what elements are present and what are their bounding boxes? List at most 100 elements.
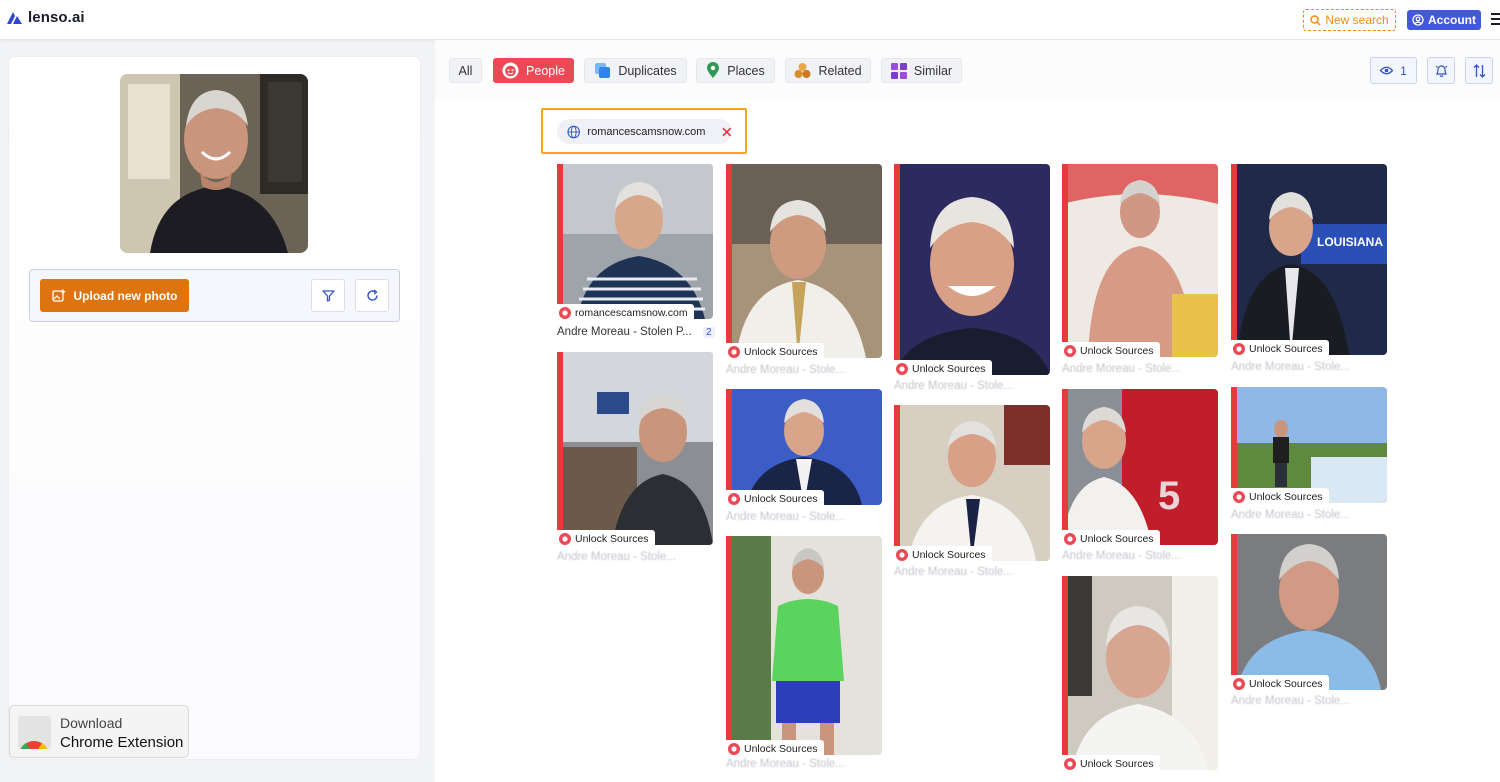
chrome-icon	[18, 716, 51, 749]
tab-duplicates-label: Duplicates	[618, 63, 677, 78]
unlock-label: Unlock Sources	[1080, 757, 1154, 770]
svg-text:LOUISIANA: LOUISIANA	[1317, 235, 1383, 249]
result-title: Andre Moreau - Stole...	[1062, 550, 1181, 562]
face-icon	[502, 62, 519, 79]
svg-text:5: 5	[1158, 474, 1180, 518]
hamburger-menu-icon[interactable]	[1491, 13, 1500, 27]
domain-filter-text: romancescamsnow.com	[587, 125, 706, 138]
result-image	[726, 389, 882, 505]
tab-similar-label: Similar	[913, 63, 953, 78]
unlock-label: Unlock Sources	[1249, 677, 1323, 690]
chrome-extension-banner[interactable]: Download Chrome Extension	[9, 705, 189, 758]
left-panel: Upload new photo Download Chrome Extensi…	[9, 57, 420, 759]
tab-duplicates[interactable]: Duplicates	[584, 58, 687, 83]
result-card[interactable]: 5 Unlock Sources Andre Moreau - Stole...	[1062, 389, 1218, 565]
result-card[interactable]: Unlock Sources Andre Moreau - Stole...	[726, 164, 882, 379]
refresh-button[interactable]	[355, 279, 389, 312]
tab-similar[interactable]: Similar	[881, 58, 962, 83]
image-plus-icon	[51, 289, 65, 302]
result-title[interactable]: Andre Moreau - Stolen P...	[557, 326, 692, 338]
unlock-badge[interactable]: Unlock Sources	[1062, 530, 1160, 547]
result-image	[726, 536, 882, 755]
alert-button[interactable]	[1427, 57, 1455, 84]
domain-filter-chip: romancescamsnow.com	[557, 119, 732, 144]
unlock-badge[interactable]: Unlock Sources	[1231, 340, 1329, 357]
result-card[interactable]: Unlock Sources Andre Moreau - Stole...	[726, 389, 882, 525]
query-photo	[120, 74, 308, 253]
filter-icon	[321, 290, 335, 302]
grid-icon	[890, 62, 907, 79]
result-card[interactable]: romancescamsnow.com Andre Moreau - Stole…	[557, 164, 715, 344]
upload-label: Upload new photo	[73, 288, 178, 303]
result-title: Andre Moreau - Stole...	[894, 566, 1013, 578]
view-count: 1	[1400, 63, 1407, 78]
result-card[interactable]: LOUISIANA Unlock Sources Andre Moreau - …	[1231, 164, 1387, 377]
unlock-label: Unlock Sources	[744, 345, 818, 358]
unlock-badge[interactable]: Unlock Sources	[1231, 675, 1329, 692]
unlock-badge[interactable]: Unlock Sources	[726, 343, 824, 360]
result-image: 5	[1062, 389, 1218, 545]
result-card[interactable]: Unlock Sources Andre Moreau - Stole...	[894, 164, 1050, 395]
filter-bar: All People Duplicates Places Related Sim…	[435, 40, 1500, 100]
results-area: All People Duplicates Places Related Sim…	[435, 40, 1500, 782]
unlock-badge[interactable]: Unlock Sources	[1062, 755, 1160, 772]
result-card[interactable]: Unlock Sources Andre Moreau - Stole...	[894, 405, 1050, 581]
tab-places-label: Places	[727, 63, 765, 78]
account-button[interactable]: Account	[1407, 10, 1481, 30]
tab-all-label: All	[458, 63, 473, 78]
result-card[interactable]: Unlock Sources Andre Moreau - Stole...	[1231, 387, 1387, 523]
result-title: Andre Moreau - Stole...	[1231, 509, 1350, 521]
tab-all[interactable]: All	[449, 58, 482, 83]
result-card[interactable]: Unlock Sources Andre Moreau - Stole...	[1231, 534, 1387, 714]
new-search-button[interactable]: New search	[1303, 9, 1396, 31]
result-image	[1231, 534, 1387, 690]
bell-icon	[1435, 64, 1447, 77]
top-bar: lenso.ai New search Account	[0, 0, 1500, 40]
result-card[interactable]: Unlock Sources Andre Moreau - Stole...	[1062, 164, 1218, 379]
sort-button[interactable]	[1465, 57, 1493, 84]
logo-text: lenso.ai	[28, 9, 85, 26]
unlock-label: Unlock Sources	[744, 742, 818, 755]
result-image	[557, 164, 713, 319]
result-image	[1062, 576, 1218, 770]
unlock-badge[interactable]: Unlock Sources	[894, 360, 992, 377]
account-label: Account	[1428, 13, 1476, 27]
close-icon[interactable]	[722, 127, 732, 137]
tab-places[interactable]: Places	[696, 58, 775, 83]
unlock-badge[interactable]: Unlock Sources	[1231, 488, 1329, 505]
new-search-label: New search	[1325, 13, 1389, 27]
unlock-badge[interactable]: Unlock Sources	[1062, 342, 1160, 359]
unlock-label: Unlock Sources	[1249, 490, 1323, 503]
result-title: Andre Moreau - Stole...	[1231, 361, 1350, 373]
search-icon	[1310, 14, 1321, 26]
duplicate-icon	[595, 63, 611, 78]
result-card[interactable]: Unlock Sources Andre Moreau - Stole...	[726, 536, 882, 776]
source-domain: romancescamsnow.com	[575, 306, 688, 319]
view-count-button[interactable]: 1	[1370, 57, 1417, 84]
tab-related[interactable]: Related	[785, 58, 871, 83]
result-card[interactable]: Unlock Sources Andre Moreau - Stole...	[557, 352, 713, 567]
sort-arrows-icon	[1473, 63, 1485, 78]
logo[interactable]: lenso.ai	[6, 9, 85, 26]
user-circle-icon	[1412, 14, 1424, 26]
result-image	[894, 164, 1050, 375]
pin-icon	[707, 62, 720, 78]
upload-new-photo-button[interactable]: Upload new photo	[40, 279, 189, 312]
unlock-badge[interactable]: Unlock Sources	[726, 490, 824, 507]
result-image	[557, 352, 713, 545]
tab-people-label: People	[526, 63, 565, 78]
domain-filter-highlight: romancescamsnow.com	[541, 108, 747, 154]
result-card[interactable]: Unlock Sources	[1062, 576, 1218, 772]
unlock-badge[interactable]: Unlock Sources	[557, 530, 655, 547]
result-count-badge: 2	[703, 327, 715, 338]
filter-button[interactable]	[311, 279, 345, 312]
unlock-badge[interactable]: Unlock Sources	[894, 546, 992, 563]
result-image: LOUISIANA	[1231, 164, 1387, 355]
unlock-badge[interactable]: Unlock Sources	[726, 740, 824, 757]
tab-people[interactable]: People	[493, 58, 574, 83]
tab-related-label: Related	[818, 63, 862, 78]
source-badge[interactable]: romancescamsnow.com	[557, 304, 694, 321]
chrome-ext-line1: Download	[60, 715, 123, 731]
result-image	[1231, 387, 1387, 503]
result-image	[894, 405, 1050, 561]
